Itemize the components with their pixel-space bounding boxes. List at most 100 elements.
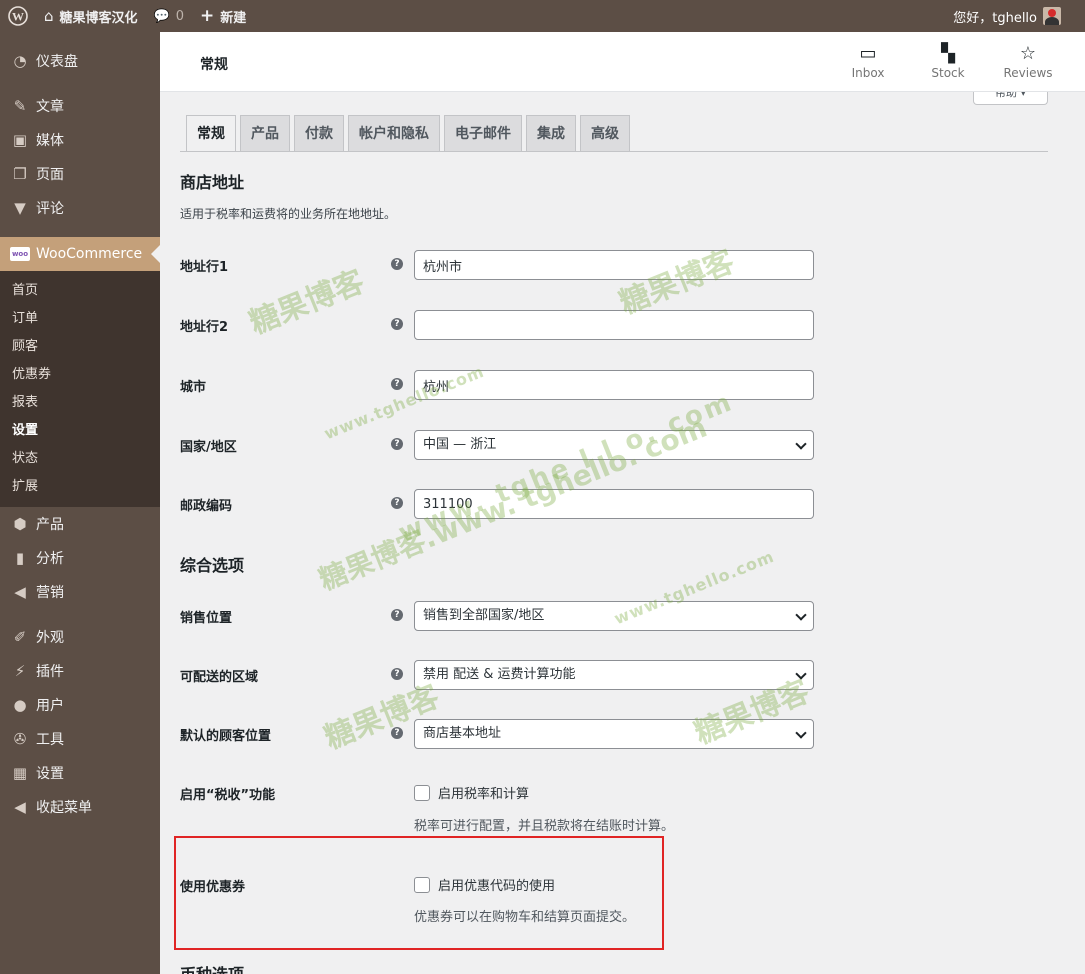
currency-options-heading: 币种选项 bbox=[180, 961, 244, 974]
menu-woocommerce[interactable]: woo WooCommerce bbox=[0, 237, 160, 271]
address1-input[interactable] bbox=[414, 250, 814, 280]
coupons-checkbox[interactable] bbox=[414, 876, 430, 893]
selling-location-label: 销售位置 bbox=[180, 611, 233, 626]
customer-location-select[interactable]: 商店基本地址 bbox=[414, 719, 814, 749]
city-label: 城市 bbox=[180, 380, 207, 395]
taxes-description: 税率可进行配置，并且税款将在结账时计算。 bbox=[414, 819, 675, 834]
tab-integration[interactable]: 集成 bbox=[526, 115, 576, 151]
menu-posts[interactable]: ✎ 文章 bbox=[0, 89, 160, 123]
shipping-location-select[interactable]: 禁用 配送 & 运费计算功能 bbox=[414, 660, 814, 690]
city-help-icon[interactable]: ? bbox=[391, 378, 403, 390]
inbox-button[interactable]: ▭ Inbox bbox=[833, 42, 903, 80]
postcode-help-icon[interactable]: ? bbox=[391, 497, 403, 509]
menu-dashboard[interactable]: ◔ 仪表盘 bbox=[0, 44, 160, 78]
submenu-home[interactable]: 首页 bbox=[0, 277, 160, 305]
shipping-help-icon[interactable]: ? bbox=[391, 668, 403, 680]
taxes-checkbox-row[interactable]: 启用税率和计算 bbox=[414, 783, 529, 802]
tab-accounts-privacy[interactable]: 帐户和隐私 bbox=[348, 115, 440, 151]
menu-tools[interactable]: ✇ 工具 bbox=[0, 722, 160, 756]
menu-pages[interactable]: ❐ 页面 bbox=[0, 157, 160, 191]
tab-emails[interactable]: 电子邮件 bbox=[444, 115, 522, 151]
chevron-down-icon bbox=[795, 668, 807, 680]
svg-text:W: W bbox=[12, 10, 24, 24]
plus-icon: + bbox=[200, 6, 215, 26]
wordpress-logo-icon[interactable]: W bbox=[0, 0, 36, 32]
menu-appearance[interactable]: ✐ 外观 bbox=[0, 620, 160, 654]
reviews-button[interactable]: ☆ Reviews bbox=[993, 42, 1063, 80]
new-content-link[interactable]: + 新建 bbox=[192, 0, 254, 32]
taxes-checkbox[interactable] bbox=[414, 784, 430, 801]
chevron-down-icon bbox=[795, 609, 807, 621]
menu-comments[interactable]: ▼ 评论 bbox=[0, 191, 160, 225]
my-account[interactable]: 您好，tghello bbox=[953, 0, 1061, 32]
submenu-status[interactable]: 状态 bbox=[0, 445, 160, 473]
comment-icon: ▼ bbox=[14, 199, 26, 217]
star-icon: ☆ bbox=[1019, 43, 1037, 64]
dashboard-icon: ◔ bbox=[13, 52, 27, 70]
submenu-orders[interactable]: 订单 bbox=[0, 305, 160, 333]
country-select[interactable]: 中国 — 浙江 bbox=[414, 430, 814, 460]
selling-help-icon[interactable]: ? bbox=[391, 609, 403, 621]
menu-marketing[interactable]: ◀ 营销 bbox=[0, 575, 160, 609]
address2-input[interactable] bbox=[414, 310, 814, 340]
coupons-label: 使用优惠券 bbox=[180, 880, 246, 895]
submenu-reports[interactable]: 报表 bbox=[0, 389, 160, 417]
watermark-brand: 糖果博客 bbox=[244, 264, 370, 342]
menu-users[interactable]: ● 用户 bbox=[0, 688, 160, 722]
store-address-description: 适用于税率和运费将的业务所在地地址。 bbox=[180, 207, 397, 221]
site-name-link[interactable]: ⌂ 糖果博客汉化 bbox=[36, 0, 146, 32]
menu-media[interactable]: ▣ 媒体 bbox=[0, 123, 160, 157]
admin-bar: W ⌂ 糖果博客汉化 💬 0 + 新建 您好，tghello bbox=[0, 0, 1085, 32]
megaphone-icon: ◀ bbox=[14, 583, 26, 601]
customer-help-icon[interactable]: ? bbox=[391, 727, 403, 739]
brush-icon: ✐ bbox=[13, 628, 27, 646]
comment-bubble-icon: 💬 bbox=[153, 8, 170, 24]
woocommerce-submenu: 首页 订单 顾客 优惠券 报表 设置 状态 扩展 bbox=[0, 271, 160, 507]
address1-help-icon[interactable]: ? bbox=[391, 258, 403, 270]
help-tab-button[interactable]: 帮助 ▾ bbox=[973, 92, 1048, 105]
general-options-heading: 综合选项 bbox=[180, 556, 245, 575]
tabs-divider bbox=[180, 151, 1048, 152]
submenu-settings[interactable]: 设置 bbox=[0, 417, 160, 445]
coupons-checkbox-row[interactable]: 启用优惠代码的使用 bbox=[414, 875, 555, 894]
wrench-icon: ✇ bbox=[13, 730, 27, 748]
selling-location-select[interactable]: 销售到全部国家/地区 bbox=[414, 601, 814, 631]
address1-label: 地址行1 bbox=[180, 260, 229, 275]
stock-icon: ▚ bbox=[941, 43, 955, 64]
inbox-icon: ▭ bbox=[859, 43, 877, 64]
plugin-icon: ⚡ bbox=[14, 662, 26, 680]
collapse-icon: ◀ bbox=[14, 798, 26, 816]
settings-icon: ▦ bbox=[12, 764, 28, 782]
customer-location-label: 默认的顾客位置 bbox=[180, 729, 272, 744]
coupons-description: 优惠券可以在购物车和结算页面提交。 bbox=[414, 910, 636, 925]
city-input[interactable] bbox=[414, 370, 814, 400]
admin-sidebar: ◔ 仪表盘 ✎ 文章 ▣ 媒体 ❐ 页面 ▼ 评论 woo WooCommerce 首页 订… bbox=[0, 32, 160, 974]
analytics-icon: ▮ bbox=[15, 549, 25, 567]
tab-products[interactable]: 产品 bbox=[240, 115, 290, 151]
tab-payments[interactable]: 付款 bbox=[294, 115, 344, 151]
country-help-icon[interactable]: ? bbox=[391, 438, 403, 450]
submenu-customers[interactable]: 顾客 bbox=[0, 333, 160, 361]
address2-help-icon[interactable]: ? bbox=[391, 318, 403, 330]
chevron-down-icon bbox=[795, 727, 807, 739]
settings-tabs: 常规 产品 付款 帐户和隐私 电子邮件 集成 高级 bbox=[186, 115, 634, 152]
menu-products[interactable]: ⬢ 产品 bbox=[0, 507, 160, 541]
stock-button[interactable]: ▚ Stock bbox=[913, 42, 983, 80]
menu-plugins[interactable]: ⚡ 插件 bbox=[0, 654, 160, 688]
comments-link[interactable]: 💬 0 bbox=[146, 0, 192, 32]
tab-advanced[interactable]: 高级 bbox=[580, 115, 630, 151]
tab-general[interactable]: 常规 bbox=[186, 115, 236, 152]
menu-collapse[interactable]: ◀ 收起菜单 bbox=[0, 790, 160, 824]
address2-label: 地址行2 bbox=[180, 320, 229, 335]
user-icon: ● bbox=[13, 696, 27, 714]
watermark-url: www. tghe l l o. com bbox=[394, 386, 739, 549]
new-label: 新建 bbox=[220, 10, 247, 26]
greeting: 您好，tghello bbox=[953, 10, 1037, 26]
postcode-input[interactable] bbox=[414, 489, 814, 519]
submenu-coupons[interactable]: 优惠券 bbox=[0, 361, 160, 389]
menu-settings[interactable]: ▦ 设置 bbox=[0, 756, 160, 790]
menu-analytics[interactable]: ▮ 分析 bbox=[0, 541, 160, 575]
submenu-extensions[interactable]: 扩展 bbox=[0, 473, 160, 501]
postcode-label: 邮政编码 bbox=[180, 499, 233, 514]
avatar bbox=[1043, 7, 1061, 25]
